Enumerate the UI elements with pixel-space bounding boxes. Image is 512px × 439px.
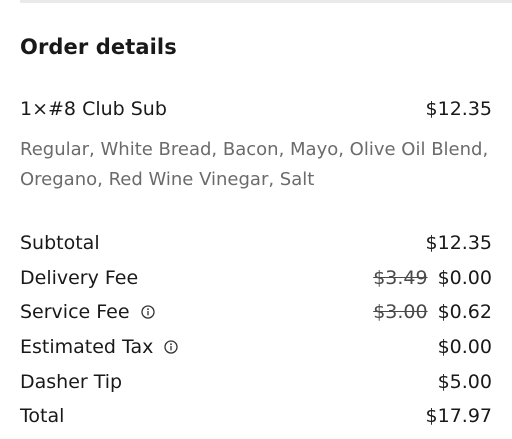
delivery-fee-original: $3.49	[373, 266, 428, 289]
delivery-fee-values: $3.49 $0.00	[373, 267, 492, 289]
info-icon[interactable]	[140, 305, 155, 320]
service-fee-label: Service Fee	[20, 301, 130, 324]
dasher-tip-value: $5.00	[437, 370, 492, 393]
service-fee-values: $3.00 $0.62	[373, 301, 492, 323]
delivery-fee-label: Delivery Fee	[20, 266, 139, 289]
subtotal-label: Subtotal	[20, 232, 100, 255]
top-divider	[20, 0, 512, 3]
estimated-tax-label: Estimated Tax	[20, 336, 154, 359]
service-fee-original: $3.00	[373, 301, 428, 324]
info-icon[interactable]	[164, 340, 179, 354]
dasher-tip-row: Dasher Tip $5.00	[20, 364, 492, 399]
dasher-tip-label: Dasher Tip	[20, 370, 123, 393]
estimated-tax-value: $0.00	[437, 336, 492, 359]
service-fee-value: $0.62	[437, 301, 492, 324]
service-fee-label-group: Service Fee	[20, 301, 155, 323]
order-details-title: Order details	[20, 35, 177, 59]
estimated-tax-label-group: Estimated Tax	[20, 336, 179, 359]
delivery-fee-row: Delivery Fee $3.49 $0.00	[20, 261, 492, 296]
estimated-tax-row: Estimated Tax $0.00	[20, 330, 492, 365]
order-item-options: Regular, White Bread, Bacon, Mayo, Olive…	[20, 139, 489, 190]
order-item-name-group: 1×#8 Club Sub	[20, 98, 167, 120]
delivery-fee-value: $0.00	[437, 266, 492, 289]
subtotal-value: $12.35	[425, 232, 492, 255]
subtotal-row: Subtotal $12.35	[20, 226, 492, 261]
order-item-row: 1×#8 Club Sub $12.35	[20, 98, 492, 120]
order-item-quantity: 1×	[20, 98, 49, 120]
total-value: $17.97	[425, 405, 492, 428]
order-item-name: #8 Club Sub	[48, 98, 167, 120]
service-fee-row: Service Fee $3.00 $0.62	[20, 295, 492, 330]
total-row: Total $17.97	[20, 399, 492, 434]
total-label: Total	[20, 405, 65, 428]
order-details-page: Order details 1×#8 Club Sub $12.35 Regul…	[0, 0, 512, 439]
order-item-price: $12.35	[425, 98, 492, 120]
price-summary: Subtotal $12.35 Delivery Fee $3.49 $0.00…	[20, 226, 492, 434]
